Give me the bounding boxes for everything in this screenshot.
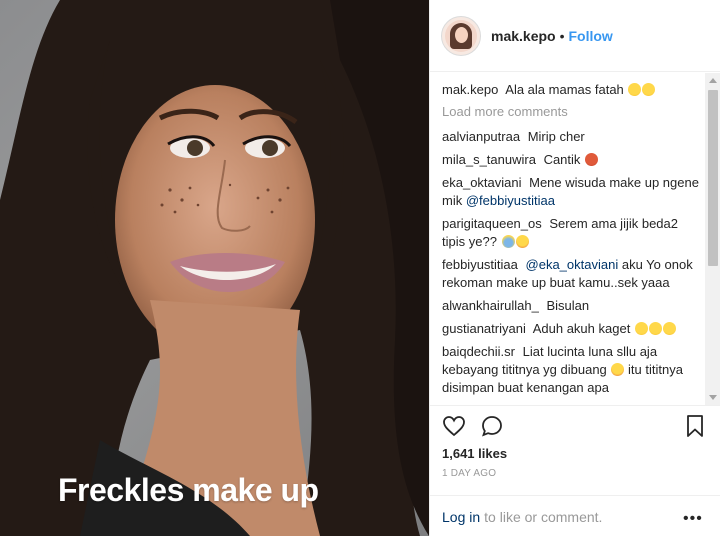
comments-list[interactable]: mak.kepo Ala ala mamas fatah Load more c… — [430, 73, 707, 405]
list-item: gustianatriyani Aduh akuh kaget — [442, 320, 707, 338]
angry-emoji-icon — [611, 363, 625, 376]
fearful-emoji-icon — [501, 235, 515, 248]
comment-username[interactable]: parigitaqueen_os — [442, 216, 542, 231]
photo-caption: Freckles make up — [58, 472, 319, 508]
comment-username[interactable]: aalvianputraa — [442, 129, 520, 144]
comment-text: Cantik — [543, 152, 581, 167]
comment-text: Mirip cher — [527, 129, 585, 144]
comment-username[interactable]: baiqdechii.sr — [442, 344, 515, 359]
caption-text: Ala ala mamas fatah — [505, 82, 624, 97]
login-link[interactable]: Log in — [442, 509, 480, 525]
portrait-illustration — [0, 0, 429, 536]
header-separator: • — [559, 27, 565, 44]
comment-text: Bisulan — [546, 298, 590, 313]
laughing-emoji-icon — [628, 83, 642, 96]
scroll-down-arrow-icon[interactable] — [709, 395, 717, 400]
login-footer: Log in to like or comment. ••• — [430, 495, 720, 536]
laughing-emoji-icon — [642, 83, 656, 96]
bookmark-icon[interactable] — [683, 414, 707, 438]
comment-username[interactable]: alwankhairullah_ — [442, 298, 539, 313]
list-item: eka_oktaviani Mene wisuda make up ngene … — [442, 174, 707, 210]
likes-count[interactable]: 1,641 likes — [442, 446, 507, 461]
comment-username[interactable]: gustianatriyani — [442, 321, 526, 336]
laughing-emoji-icon — [648, 322, 662, 335]
devil-emoji-icon — [585, 153, 599, 166]
heart-icon[interactable] — [442, 414, 466, 438]
comment-username[interactable]: mila_s_tanuwira — [442, 152, 536, 167]
header-username[interactable]: mak.kepo — [491, 28, 556, 44]
comment-username[interactable]: febbiyustitiaa — [442, 257, 518, 272]
load-more-comments-button[interactable]: Load more comments — [442, 104, 707, 119]
post-header: mak.kepo • Follow — [430, 0, 720, 72]
comment-mention[interactable]: @febbiyustitiaa — [466, 193, 555, 208]
list-item: parigitaqueen_os Serem ama jijik beda2 t… — [442, 215, 707, 251]
scroll-up-arrow-icon[interactable] — [709, 78, 717, 83]
list-item: baiqdechii.sr Liat lucinta luna sllu aja… — [442, 343, 707, 397]
post-side-panel: mak.kepo • Follow mak.kepo Ala ala mamas… — [429, 0, 720, 536]
comment-text: Aduh akuh kaget — [532, 321, 631, 336]
angry-emoji-icon — [515, 235, 529, 248]
follow-button[interactable]: Follow — [569, 28, 613, 44]
caption-comment: mak.kepo Ala ala mamas fatah — [442, 81, 707, 99]
comment-mention[interactable]: @eka_oktaviani — [526, 257, 619, 272]
login-prompt-text: to like or comment. — [484, 508, 603, 525]
post-photo: Freckles make up — [0, 0, 429, 536]
comments-scrollbar[interactable] — [705, 73, 720, 405]
caption-username[interactable]: mak.kepo — [442, 82, 498, 97]
scrollbar-thumb[interactable] — [708, 90, 718, 266]
avatar[interactable] — [441, 15, 481, 56]
laughing-emoji-icon — [662, 322, 676, 335]
laughing-emoji-icon — [634, 322, 648, 335]
more-options-icon[interactable]: ••• — [683, 510, 703, 528]
post-timestamp: 1 DAY AGO — [442, 468, 497, 479]
comment-bubble-icon[interactable] — [480, 414, 504, 438]
post-actions: 1,641 likes 1 DAY AGO Log in to like or … — [430, 405, 720, 536]
list-item: aalvianputraa Mirip cher — [442, 128, 707, 146]
list-item: mila_s_tanuwira Cantik — [442, 151, 707, 169]
comment-username[interactable]: eka_oktaviani — [442, 175, 522, 190]
list-item: alwankhairullah_ Bisulan — [442, 297, 707, 315]
list-item: febbiyustitiaa @eka_oktaviani aku Yo ono… — [442, 256, 707, 292]
